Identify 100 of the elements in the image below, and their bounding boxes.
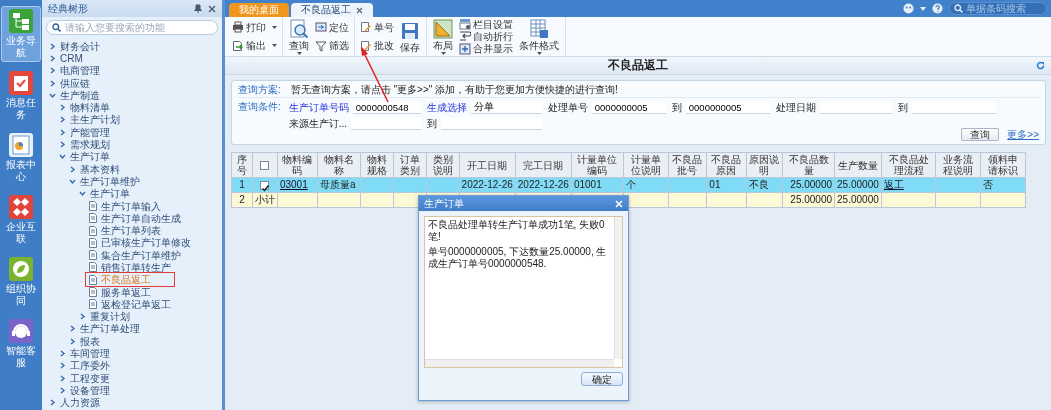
search-field[interactable]: 请输入您要搜索的功能	[46, 20, 218, 35]
chevron-right-icon[interactable]	[49, 54, 56, 62]
chevron-right-icon[interactable]	[59, 350, 66, 358]
tree-item[interactable]: 基本资料	[67, 163, 122, 175]
tree-item[interactable]: CRM	[47, 52, 85, 64]
chevron-right-icon[interactable]	[69, 325, 76, 333]
pin-icon[interactable]	[194, 4, 202, 13]
toolbar-button[interactable]: 输出	[231, 39, 278, 52]
chevron-right-icon[interactable]	[49, 399, 56, 407]
tree-item[interactable]: 返检登记单返工	[87, 298, 173, 310]
rail-item[interactable]: 组织协同	[1, 254, 41, 310]
input-field[interactable]	[819, 101, 892, 114]
chevron-right-icon[interactable]	[59, 141, 66, 148]
printer-icon	[232, 21, 244, 34]
merge-icon	[459, 42, 471, 55]
chevron-right-icon[interactable]	[79, 313, 86, 321]
tree-item[interactable]: 设备管理	[57, 384, 112, 396]
field-link[interactable]: 生成选择	[426, 101, 467, 114]
tree-item[interactable]: 生产订单	[77, 188, 132, 200]
tree-item[interactable]: 主生产计划	[57, 114, 122, 126]
tree-item[interactable]: 产能管理	[57, 126, 112, 138]
close-icon[interactable]	[208, 4, 216, 13]
chevron-down-icon[interactable]	[59, 153, 66, 161]
toolbar-button[interactable]: 自动折行	[458, 30, 514, 43]
checkbox[interactable]	[260, 161, 270, 171]
tree-item[interactable]: 已审核生产订单修改	[87, 237, 193, 249]
refresh-icon[interactable]	[1036, 61, 1045, 70]
tree-item[interactable]: 报表	[67, 335, 102, 347]
toolbar-button[interactable]: 保存	[398, 19, 422, 54]
tree-item[interactable]: 工序委外	[57, 360, 112, 372]
tree-item[interactable]: 人力资源	[47, 397, 102, 409]
chevron-down-icon[interactable]	[69, 177, 76, 185]
tree-item[interactable]: 需求规划	[57, 139, 112, 150]
chevron-right-icon[interactable]	[59, 386, 66, 394]
tree-item[interactable]: 工程变更	[57, 372, 112, 384]
column-header: 物料编码	[277, 152, 318, 178]
chevron-right-icon[interactable]	[69, 165, 76, 173]
chevron-right-icon[interactable]	[59, 362, 66, 370]
toolbar-button[interactable]: 打印	[231, 21, 278, 34]
toolbar-button[interactable]: 单号	[359, 21, 395, 34]
tree-item[interactable]: 服务单返工	[87, 286, 153, 298]
smiley-icon[interactable]	[903, 3, 914, 14]
rail-item[interactable]: 消息任务	[1, 68, 41, 124]
toolbar-button[interactable]: 定位	[314, 21, 350, 34]
tree-item[interactable]: 生产订单维护	[67, 175, 142, 187]
chevron-right-icon[interactable]	[59, 104, 66, 112]
tree-item[interactable]: 生产订单处理	[67, 323, 142, 335]
tree-item[interactable]: 物料清单	[57, 102, 112, 114]
column-header: 领料申请标识	[980, 152, 1026, 178]
confirm-button[interactable]: 确定	[581, 372, 623, 386]
tree-item[interactable]: 销售订单转生产	[87, 262, 173, 273]
input-field[interactable]: 0000000005	[591, 101, 666, 114]
caret-icon[interactable]	[920, 6, 926, 11]
tree-item[interactable]: 集合生产订单维护	[87, 249, 183, 261]
chevron-right-icon[interactable]	[59, 128, 66, 136]
tree-item[interactable]: 电商管理	[47, 65, 102, 77]
toolbar-button[interactable]: 筛选	[314, 39, 350, 52]
search-field[interactable]: 单据条码搜索	[949, 2, 1047, 15]
input-field[interactable]	[351, 117, 421, 130]
chevron-right-icon[interactable]	[69, 337, 76, 345]
chevron-right-icon[interactable]	[59, 374, 66, 382]
rail-item[interactable]: 企业互联	[1, 192, 41, 248]
horizontal-scrollbar[interactable]	[425, 359, 614, 367]
chevron-right-icon[interactable]	[49, 42, 56, 50]
input-field[interactable]: 0000000548	[352, 101, 421, 114]
tree-item[interactable]: 生产制造	[47, 89, 102, 101]
chevron-right-icon[interactable]	[49, 67, 56, 75]
input-field[interactable]	[911, 101, 996, 114]
search-button[interactable]: 查询	[961, 128, 1000, 141]
chevron-right-icon[interactable]	[49, 79, 56, 87]
tree-item[interactable]: 供应链	[47, 77, 92, 89]
input-field[interactable]	[440, 117, 542, 130]
help-icon[interactable]	[932, 3, 943, 14]
input-field[interactable]: 分单	[470, 101, 542, 114]
input-field[interactable]: 0000000005	[685, 101, 770, 114]
tree-item[interactable]: 生产订单输入	[87, 200, 163, 212]
search-icon	[954, 4, 963, 13]
rail-item[interactable]: 报表中心	[1, 130, 41, 186]
tree-item[interactable]: 财务会计	[47, 40, 102, 52]
chevron-down-icon[interactable]	[49, 91, 56, 99]
tree-item[interactable]: 生产订单	[57, 151, 112, 163]
toolbar-button[interactable]: 条件格式	[517, 18, 561, 56]
tree-item[interactable]: 车间管理	[57, 348, 112, 360]
toolbar-button[interactable]: 合并显示	[458, 42, 514, 55]
vertical-scrollbar[interactable]	[614, 217, 622, 359]
more-link[interactable]: 更多>>	[1007, 128, 1039, 141]
column-header: 不良品批号	[668, 152, 707, 178]
tree-item[interactable]: 重复计划	[77, 311, 132, 323]
close-icon[interactable]	[356, 6, 363, 14]
tree-item[interactable]: 生产订单自动生成	[87, 212, 183, 224]
checkbox[interactable]	[260, 180, 270, 190]
toolbar-button[interactable]: 布局	[431, 18, 455, 56]
chevron-down-icon[interactable]	[79, 190, 86, 198]
tab[interactable]: 不良品返工	[291, 3, 373, 17]
toolbar-button[interactable]: 栏目设置	[458, 18, 514, 31]
field-link[interactable]: 生产订单号码	[288, 101, 349, 114]
tree-item[interactable]: 生产订单列表	[87, 225, 163, 237]
rail-item[interactable]: 智能客服	[1, 316, 41, 372]
chevron-right-icon[interactable]	[59, 116, 66, 124]
toolbar-button[interactable]: 查询	[287, 18, 311, 56]
